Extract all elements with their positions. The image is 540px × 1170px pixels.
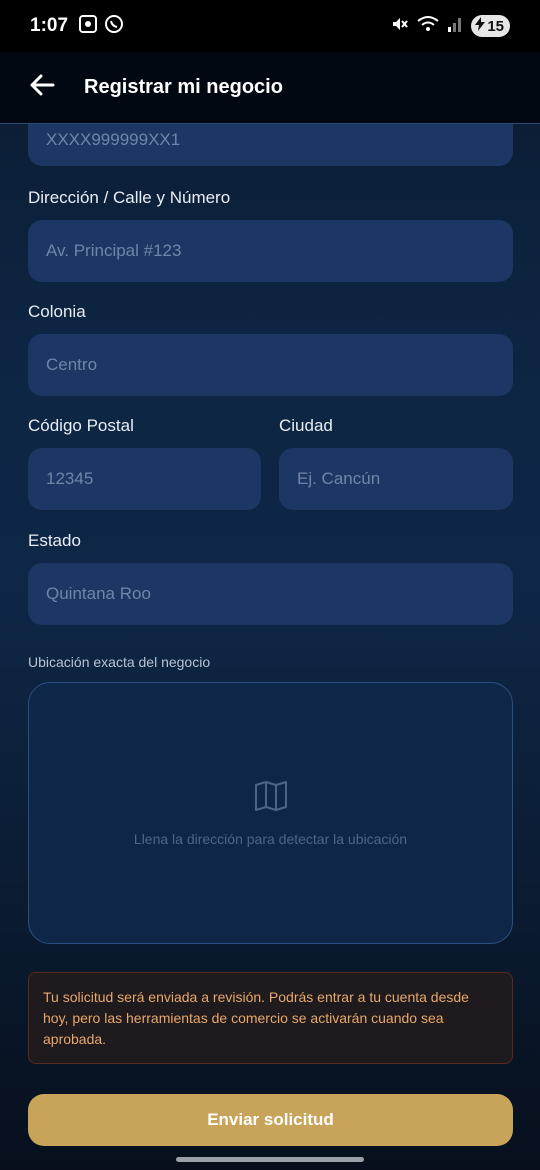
submit-button[interactable]: Enviar solicitud — [28, 1094, 513, 1146]
postal-code-placeholder: 12345 — [46, 469, 94, 488]
colonia-label: Colonia — [28, 302, 86, 321]
colonia-field[interactable]: Centro — [28, 334, 513, 396]
rfc-placeholder: XXXX999999XX1 — [46, 130, 181, 149]
city-field[interactable]: Ej. Cancún — [279, 448, 513, 510]
address-label: Dirección / Calle y Número — [28, 188, 231, 207]
review-notice: Tu solicitud será enviada a revisión. Po… — [28, 972, 513, 1064]
back-button[interactable] — [0, 52, 84, 124]
bolt-icon — [475, 17, 486, 35]
address-field[interactable]: Av. Principal #123 — [28, 220, 513, 282]
map-hint: Llena la dirección para detectar la ubic… — [133, 830, 408, 847]
screenshot-icon — [78, 14, 98, 39]
status-time: 1:07 — [30, 15, 69, 36]
state-label: Estado — [28, 531, 81, 550]
arrow-left-icon — [29, 74, 55, 101]
city-placeholder: Ej. Cancún — [297, 469, 381, 488]
state-field[interactable]: Quintana Roo — [28, 563, 513, 625]
map-icon — [254, 780, 288, 817]
page-title: Registrar mi negocio — [84, 76, 283, 98]
status-bar: 1:07 15 — [0, 0, 540, 52]
postal-code-field[interactable]: 12345 — [28, 448, 261, 510]
state-placeholder: Quintana Roo — [46, 584, 151, 603]
battery-level: 15 — [487, 17, 504, 35]
wifi-icon — [417, 15, 439, 38]
colonia-placeholder: Centro — [46, 355, 98, 374]
postal-code-label: Código Postal — [28, 416, 134, 435]
battery-indicator: 15 — [471, 15, 510, 37]
location-label: Ubicación exacta del negocio — [28, 654, 211, 670]
location-map[interactable]: Llena la dirección para detectar la ubic… — [28, 682, 513, 944]
mute-icon — [391, 15, 409, 38]
city-label: Ciudad — [279, 416, 333, 435]
whatsapp-icon — [104, 14, 124, 39]
home-indicator[interactable] — [176, 1157, 364, 1162]
address-placeholder: Av. Principal #123 — [46, 241, 182, 260]
app-bar: Registrar mi negocio — [0, 52, 540, 124]
signal-icon — [447, 15, 463, 38]
